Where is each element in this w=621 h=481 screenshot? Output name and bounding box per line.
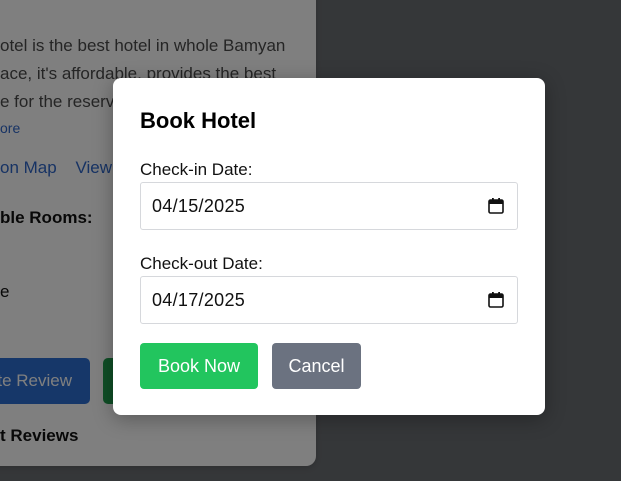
checkout-date-value: 04/17/2025 <box>152 290 246 310</box>
book-now-button[interactable]: Book Now <box>140 343 258 389</box>
checkin-label: Check-in Date: <box>140 160 253 179</box>
book-hotel-modal: Book Hotel Check-in Date: 04/15/2025 Che… <box>113 78 545 415</box>
calendar-icon[interactable] <box>487 291 505 309</box>
checkout-label: Check-out Date: <box>140 254 263 273</box>
checkout-date-input[interactable]: 04/17/2025 <box>140 276 518 324</box>
modal-title: Book Hotel <box>140 108 257 133</box>
checkin-date-value: 04/15/2025 <box>152 196 246 216</box>
checkin-date-input[interactable]: 04/15/2025 <box>140 182 518 230</box>
calendar-icon[interactable] <box>487 197 505 215</box>
cancel-button[interactable]: Cancel <box>272 343 361 389</box>
